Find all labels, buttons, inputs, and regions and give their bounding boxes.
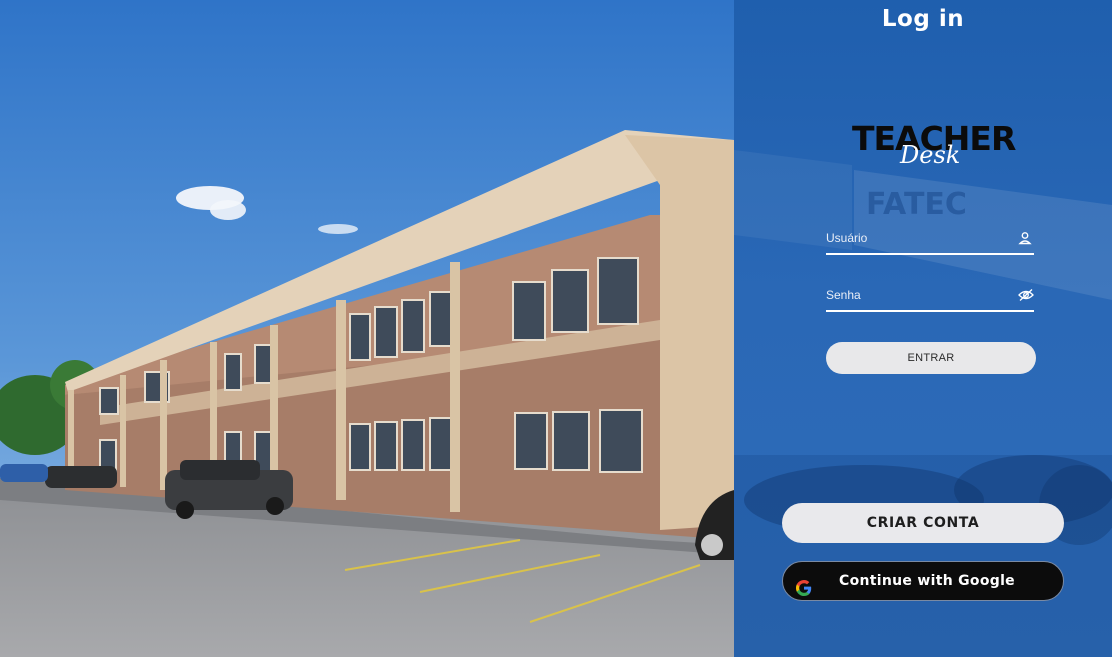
login-panel: FATEC Log in TEACHER Desk Usuário Senha …: [734, 0, 1112, 657]
google-button-label: Continue with Google: [839, 573, 1015, 589]
teacher-desk-logo: TEACHER Desk: [852, 120, 1016, 172]
criar-conta-button[interactable]: CRIAR CONTA: [782, 503, 1064, 543]
eye-off-icon[interactable]: [1018, 288, 1034, 302]
page-title: Log in: [881, 6, 965, 32]
fatec-sign-text: FATEC: [866, 187, 967, 222]
panel-background-image: FATEC: [734, 150, 1112, 657]
password-field[interactable]: Senha: [826, 284, 1034, 312]
google-signin-button[interactable]: Continue with Google: [782, 561, 1064, 601]
password-placeholder: Senha: [826, 288, 861, 302]
logo-script-text: Desk: [900, 141, 961, 169]
username-field[interactable]: Usuário: [826, 227, 1034, 255]
username-placeholder: Usuário: [826, 231, 868, 245]
campus-photo: [0, 0, 734, 657]
google-icon: [796, 573, 812, 596]
entrar-button[interactable]: ENTRAR: [826, 342, 1036, 374]
user-icon: [1018, 231, 1032, 245]
